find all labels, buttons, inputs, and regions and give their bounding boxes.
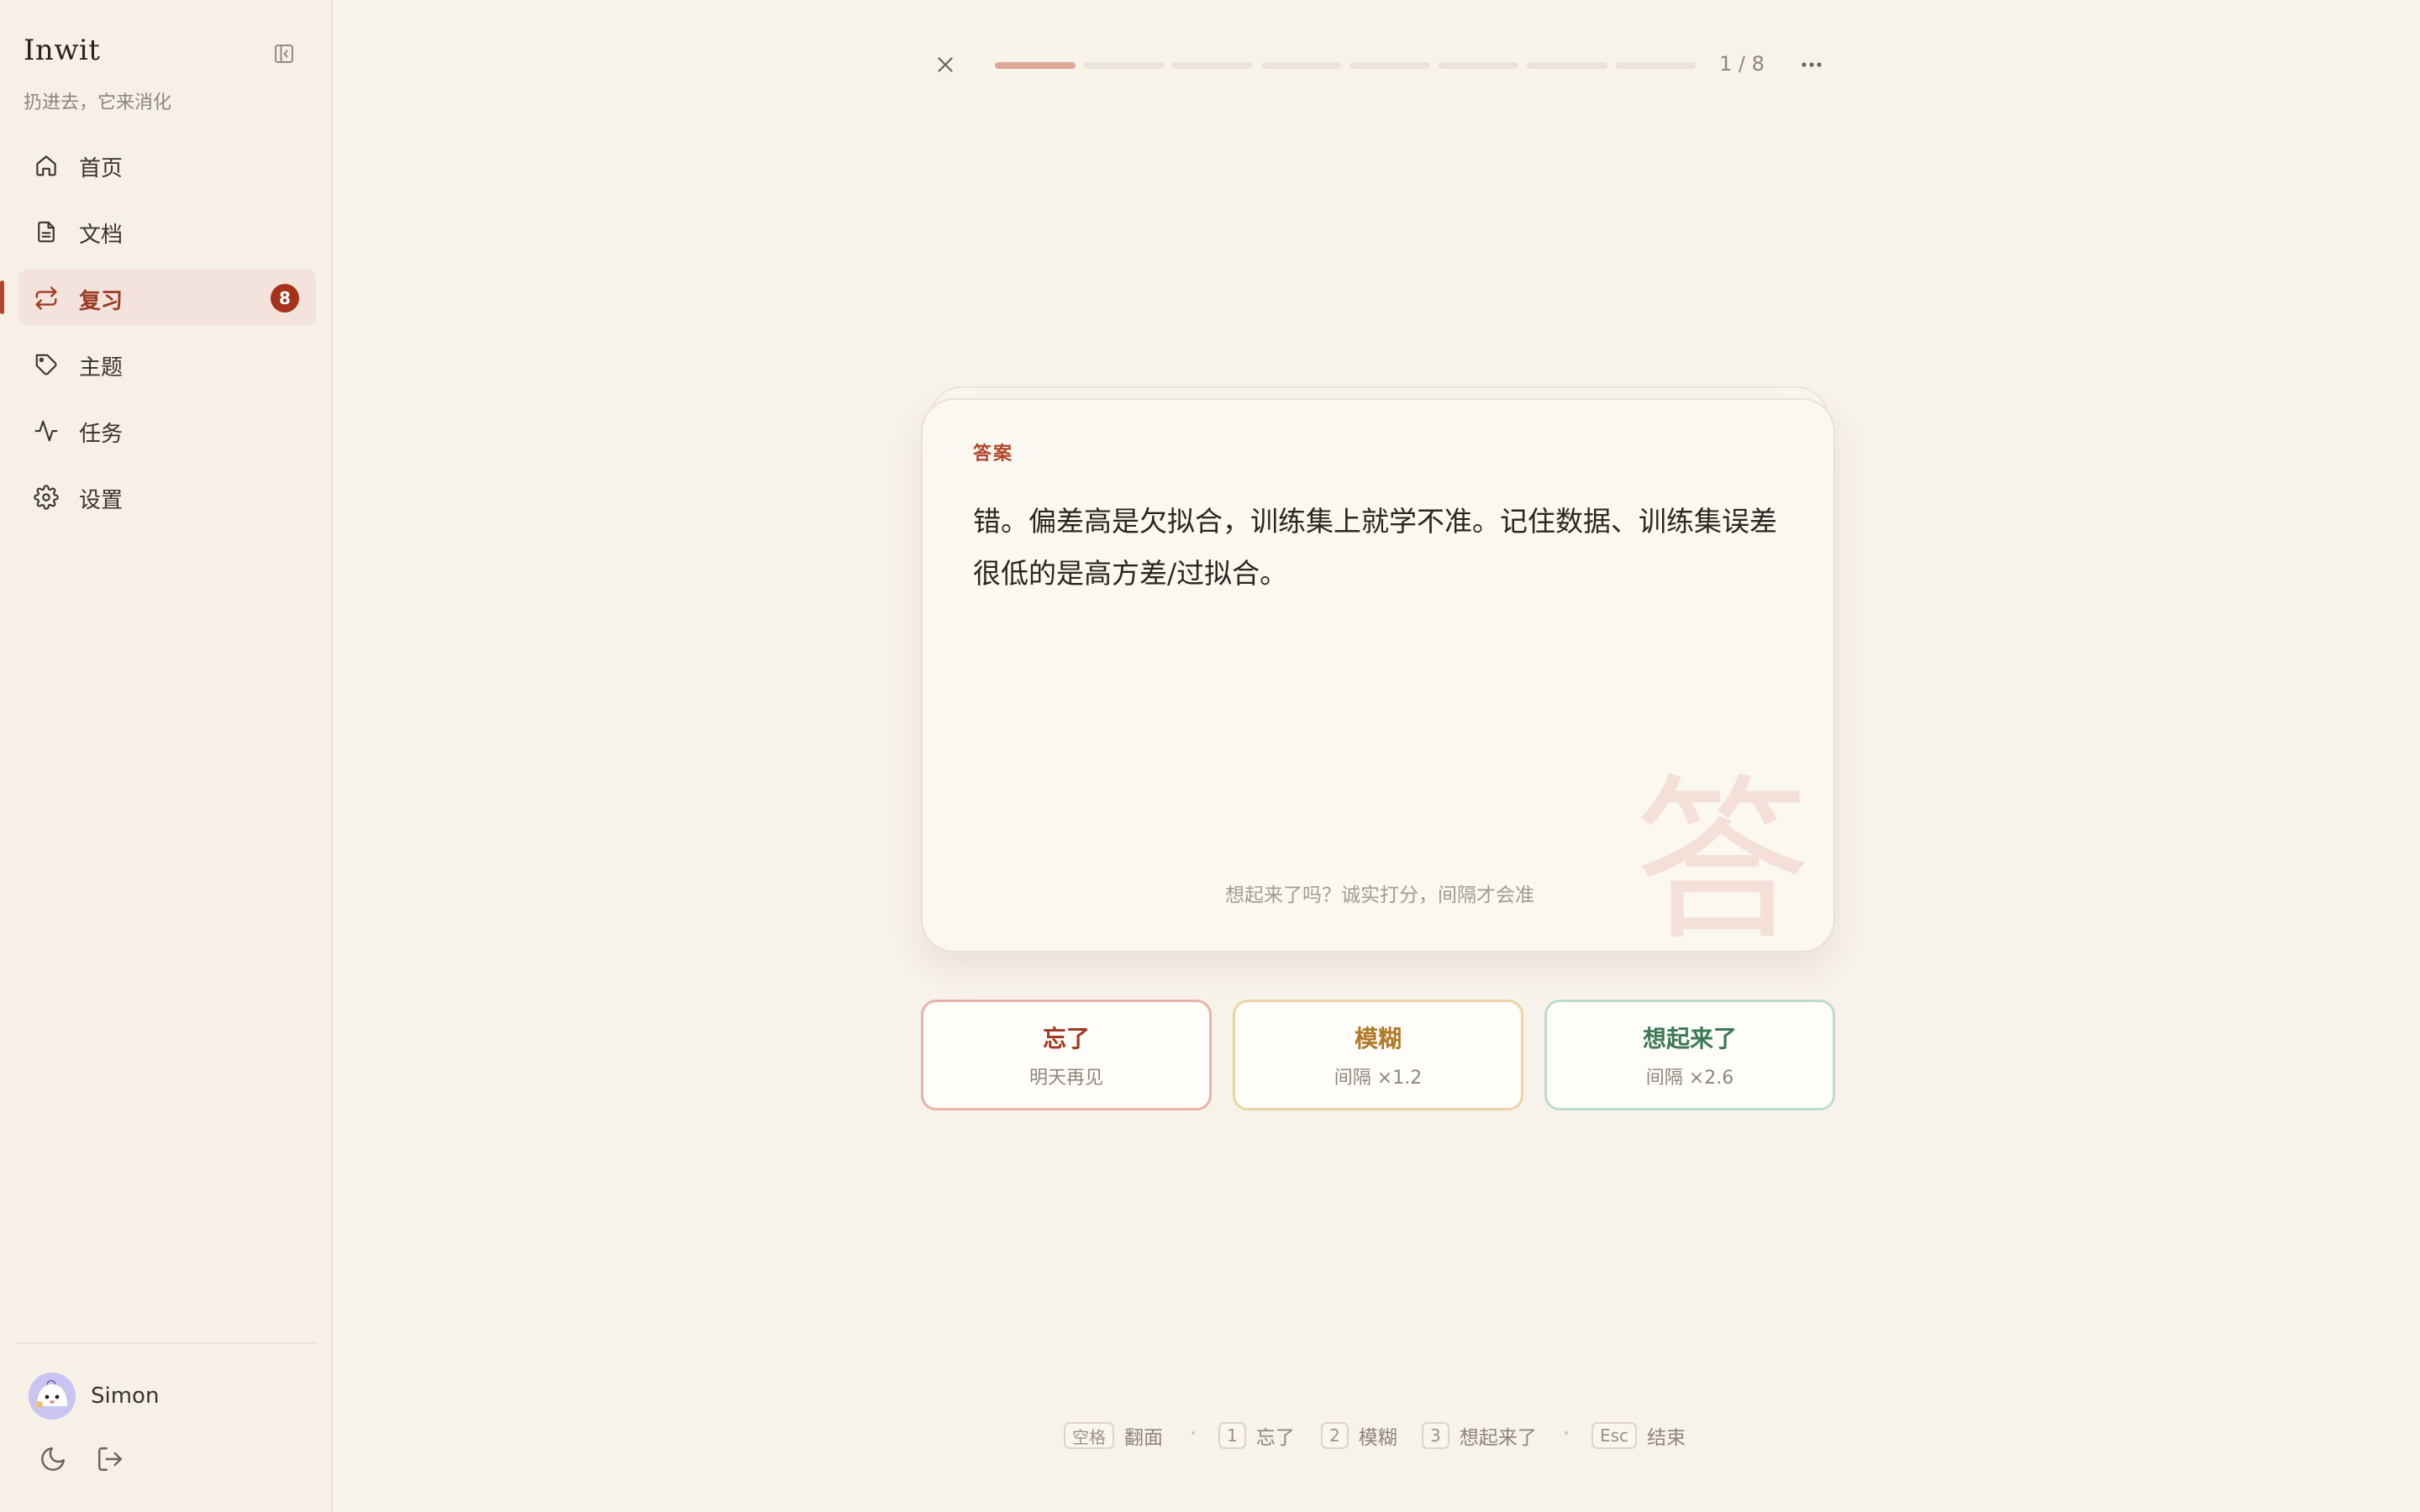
separator-dot (1565, 1431, 1568, 1435)
progress-segment (1438, 62, 1518, 69)
sidebar-toggle-icon (275, 45, 293, 63)
sidebar-item-review[interactable]: 复习 8 (0, 269, 316, 326)
rate-interval: 间隔 ×1.2 (1334, 1068, 1423, 1089)
close-session-button[interactable] (933, 52, 958, 77)
flashcard[interactable]: 答案 错。偏差高是欠拟合，训练集上就学不准。记住数据、训练集误差很低的是高方差/… (921, 398, 1835, 953)
sidebar: Inwit 扔进去，它来消化 首页 文档 复习 8 主题 任务 设置 Simon (0, 0, 333, 1512)
close-icon (938, 57, 953, 72)
shortcut-key: 2 (1321, 1422, 1349, 1449)
user-profile[interactable]: Simon (29, 1373, 159, 1420)
collapse-sidebar-button[interactable] (271, 40, 297, 67)
rate-fuzzy-button[interactable]: 模糊 间隔 ×1.2 (1233, 1000, 1523, 1110)
app-tagline: 扔进去，它来消化 (24, 92, 172, 113)
sidebar-item-label: 主题 (79, 355, 124, 381)
rate-title: 想起来了 (1642, 1025, 1737, 1053)
progress-segment (1083, 62, 1164, 69)
progress-segment (1527, 62, 1607, 69)
shortcut-label: 模糊 (1358, 1427, 1397, 1449)
shortcut-end: Esc 结束 (1591, 1421, 1686, 1450)
rate-title: 忘了 (1042, 1025, 1090, 1053)
avatar-mascot-icon (29, 1373, 76, 1420)
shortcut-label: 想起来了 (1459, 1427, 1537, 1449)
rate-interval: 明天再见 (1028, 1068, 1103, 1089)
logout-button[interactable] (96, 1445, 124, 1473)
rate-interval: 间隔 ×2.6 (1645, 1068, 1734, 1089)
card-counter: 1 / 8 (1719, 52, 1765, 76)
logout-icon (98, 1447, 122, 1471)
shortcut-label: 翻面 (1124, 1427, 1163, 1449)
more-horizontal-icon (1802, 62, 1822, 67)
progress-segment (1615, 62, 1696, 69)
tag-icon (35, 354, 57, 375)
app-brand: Inwit (24, 34, 101, 67)
sidebar-item-documents[interactable]: 文档 (18, 202, 316, 260)
sidebar-item-label: 首页 (79, 156, 124, 181)
active-indicator (0, 281, 4, 314)
shortcut-forgot: 1 忘了 (1218, 1421, 1295, 1450)
rate-forgot-button[interactable]: 忘了 明天再见 (921, 1000, 1212, 1110)
progress-segment (1172, 62, 1253, 69)
progress-segment (1349, 62, 1430, 69)
card-watermark: 答 (1634, 759, 1811, 953)
home-icon (36, 155, 56, 176)
shortcut-label: 忘了 (1255, 1427, 1295, 1449)
theme-toggle-button[interactable] (39, 1445, 67, 1473)
shortcut-key: 空格 (1064, 1422, 1114, 1449)
document-icon (38, 221, 55, 243)
shortcut-key: Esc (1591, 1422, 1638, 1449)
sidebar-item-label: 文档 (79, 223, 124, 248)
rate-recall-button[interactable]: 想起来了 间隔 ×2.6 (1544, 1000, 1835, 1110)
sidebar-item-label: 设置 (79, 488, 124, 513)
sidebar-item-label: 任务 (79, 422, 124, 447)
sidebar-divider (17, 1342, 316, 1344)
shortcut-key: 3 (1422, 1422, 1449, 1449)
shortcut-fuzzy: 2 模糊 (1321, 1421, 1397, 1450)
more-options-button[interactable] (1798, 52, 1825, 77)
progress-segment (1260, 62, 1341, 69)
rate-title: 模糊 (1354, 1025, 1402, 1053)
settings-icon (34, 485, 59, 510)
separator-dot (1192, 1431, 1195, 1435)
review-count-badge: 8 (271, 284, 299, 312)
card-side-label: 答案 (973, 444, 1014, 465)
card-answer-text: 错。偏差高是欠拟合，训练集上就学不准。记住数据、训练集误差很低的是高方差/过拟合… (973, 505, 1777, 590)
shortcut-label: 结束 (1647, 1427, 1686, 1449)
review-repeat-icon (35, 286, 57, 310)
session-progress-bar (995, 62, 1696, 69)
card-hint: 想起来了吗？诚实打分，间隔才会准 (1225, 885, 1534, 906)
sidebar-nav: 首页 文档 复习 8 主题 任务 设置 (0, 136, 333, 534)
user-name: Simon (91, 1383, 160, 1409)
avatar (29, 1373, 76, 1420)
progress-segment (995, 62, 1076, 69)
sidebar-item-settings[interactable]: 设置 (18, 468, 316, 525)
sidebar-item-home[interactable]: 首页 (18, 136, 316, 193)
sidebar-item-label: 复习 (79, 289, 124, 314)
shortcut-flip: 空格 翻面 (1064, 1421, 1163, 1450)
shortcut-recall: 3 想起来了 (1422, 1421, 1537, 1450)
sidebar-item-tasks[interactable]: 任务 (18, 402, 316, 459)
activity-icon (34, 420, 58, 442)
shortcut-key: 1 (1218, 1422, 1246, 1449)
sidebar-item-topics[interactable]: 主题 (18, 335, 316, 392)
moon-icon (41, 1447, 65, 1471)
